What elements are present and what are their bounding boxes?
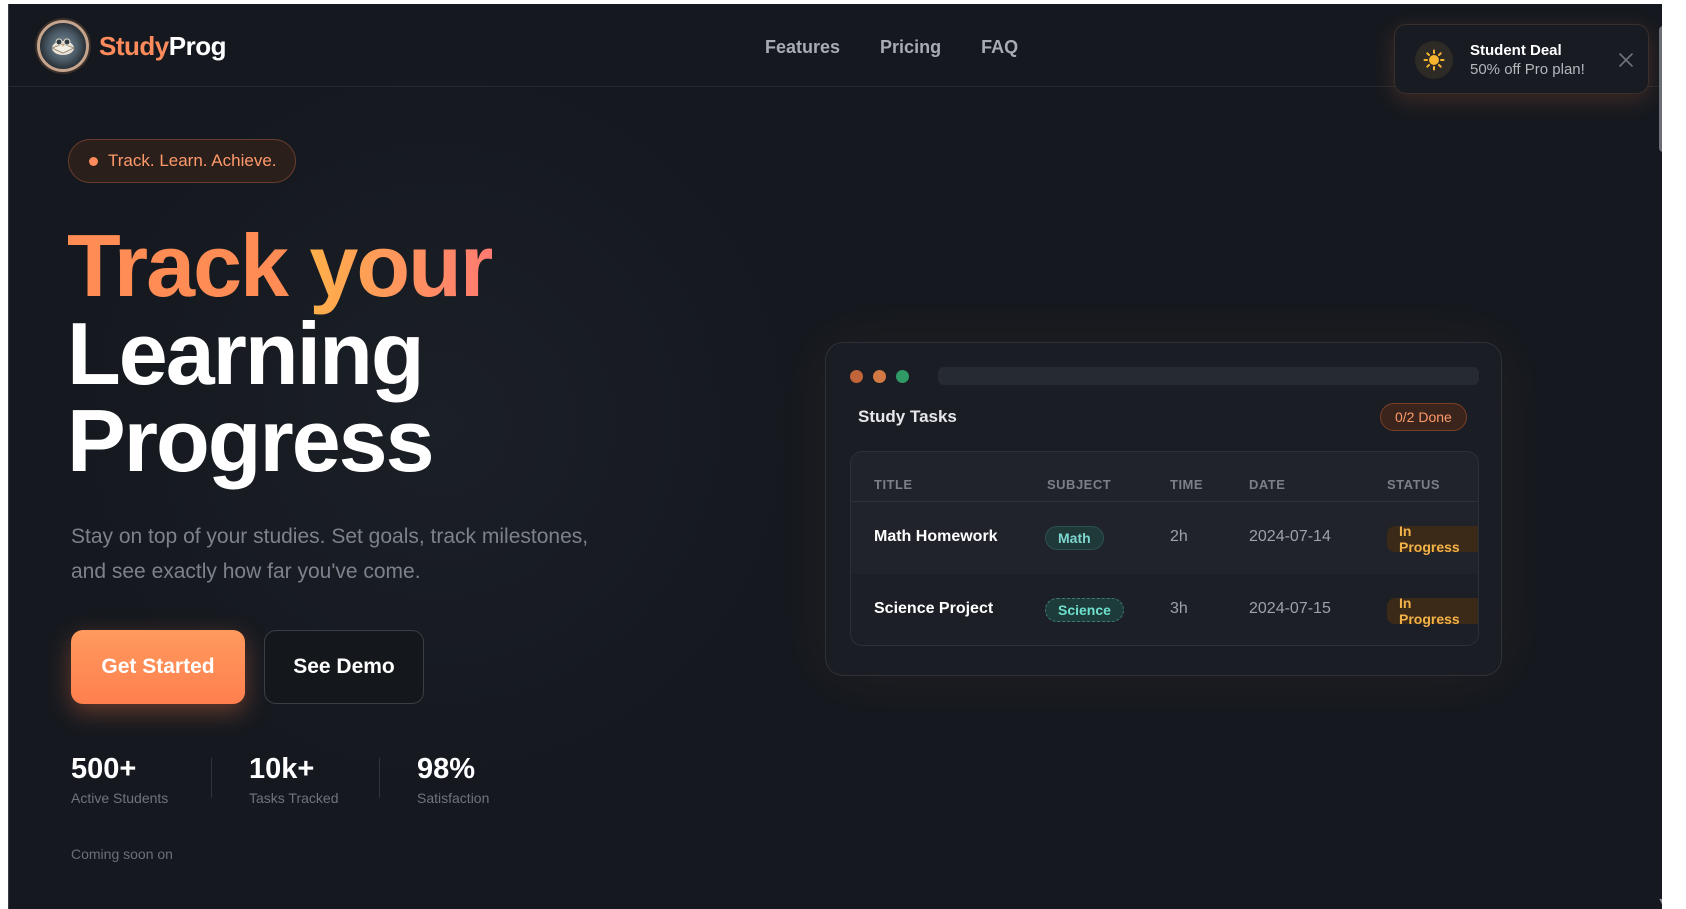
column-header-time: TIME: [1170, 477, 1204, 492]
brand-part-prog: Prog: [168, 31, 227, 61]
column-header-subject: SUBJECT: [1047, 477, 1112, 492]
nav-features[interactable]: Features: [765, 37, 840, 58]
study-tasks-preview-card: Study Tasks 0/2 Done TITLE SUBJECT TIME …: [825, 342, 1502, 676]
stat-divider: [211, 758, 212, 798]
headline-line-1: Track your: [67, 222, 494, 310]
task-title: Science Project: [874, 600, 994, 617]
stat-label: Satisfaction: [417, 790, 490, 806]
tagline-pill: Track. Learn. Achieve.: [68, 139, 296, 183]
see-demo-button[interactable]: See Demo: [264, 630, 424, 704]
headline-line-2: Learning: [67, 304, 425, 403]
column-header-status: STATUS: [1387, 477, 1441, 492]
stat-divider: [379, 758, 380, 798]
status-badge: In Progress: [1387, 595, 1478, 627]
close-icon[interactable]: [1617, 51, 1635, 69]
deal-subtitle: 50% off Pro plan!: [1470, 61, 1585, 78]
brand-name[interactable]: StudyProg: [99, 31, 226, 62]
subject-badge: Math: [1045, 526, 1104, 550]
coming-soon-text: Coming soon on: [71, 846, 173, 862]
subject-badge: Science: [1045, 598, 1124, 622]
get-started-button[interactable]: Get Started: [71, 630, 245, 704]
brand-part-study: Study: [99, 31, 169, 61]
column-header-date: DATE: [1249, 477, 1286, 492]
window-dot-yellow-icon: [873, 370, 886, 383]
stat-label: Active Students: [71, 790, 169, 806]
stat-label: Tasks Tracked: [249, 790, 339, 806]
scrollbar-thumb[interactable]: [1659, 26, 1662, 152]
tagline-text: Track. Learn. Achieve.: [108, 151, 277, 170]
scroll-down-arrow-icon[interactable]: ▼: [1657, 897, 1662, 906]
card-title: Study Tasks: [858, 407, 957, 426]
sun-icon: [1415, 41, 1453, 79]
status-badge: In Progress: [1387, 523, 1478, 555]
window-dot-red-icon: [850, 370, 863, 383]
done-count-badge: 0/2 Done: [1380, 403, 1467, 431]
stat-tasks-tracked: 10k+ Tasks Tracked: [249, 752, 338, 806]
stat-value: 500+: [71, 753, 137, 785]
task-time: 3h: [1170, 600, 1188, 617]
task-title: Math Homework: [874, 528, 998, 545]
headline-word-track: Track: [67, 216, 289, 315]
row-divider: [851, 501, 1478, 502]
column-header-title: TITLE: [874, 477, 913, 492]
deal-title: Student Deal: [1470, 42, 1562, 59]
stat-value: 98%: [417, 753, 476, 785]
address-bar: [938, 367, 1479, 385]
task-time: 2h: [1170, 528, 1188, 545]
hero-subtitle: Stay on top of your studies. Set goals, …: [71, 525, 589, 583]
main-nav: Features Pricing FAQ: [765, 37, 1018, 58]
student-deal-toast[interactable]: Student Deal 50% off Pro plan!: [1394, 24, 1649, 94]
task-date: 2024-07-14: [1249, 528, 1331, 545]
tasks-table: TITLE SUBJECT TIME DATE STATUS Math Home…: [850, 451, 1479, 646]
owl-book-icon[interactable]: [37, 20, 89, 72]
app-window: StudyProg Features Pricing FAQ Student D…: [8, 4, 1662, 909]
task-date: 2024-07-15: [1249, 600, 1331, 617]
dot-icon: [89, 156, 98, 166]
window-dot-green-icon: [896, 370, 909, 383]
stat-active-students: 500+ Active Students: [71, 752, 168, 806]
nav-faq[interactable]: FAQ: [981, 37, 1018, 58]
stat-satisfaction: 98% Satisfaction: [417, 752, 489, 806]
headline-line-3: Progress: [67, 391, 435, 490]
stat-value: 10k+: [249, 753, 315, 785]
nav-pricing[interactable]: Pricing: [880, 37, 941, 58]
headline-word-your: your: [309, 216, 494, 315]
